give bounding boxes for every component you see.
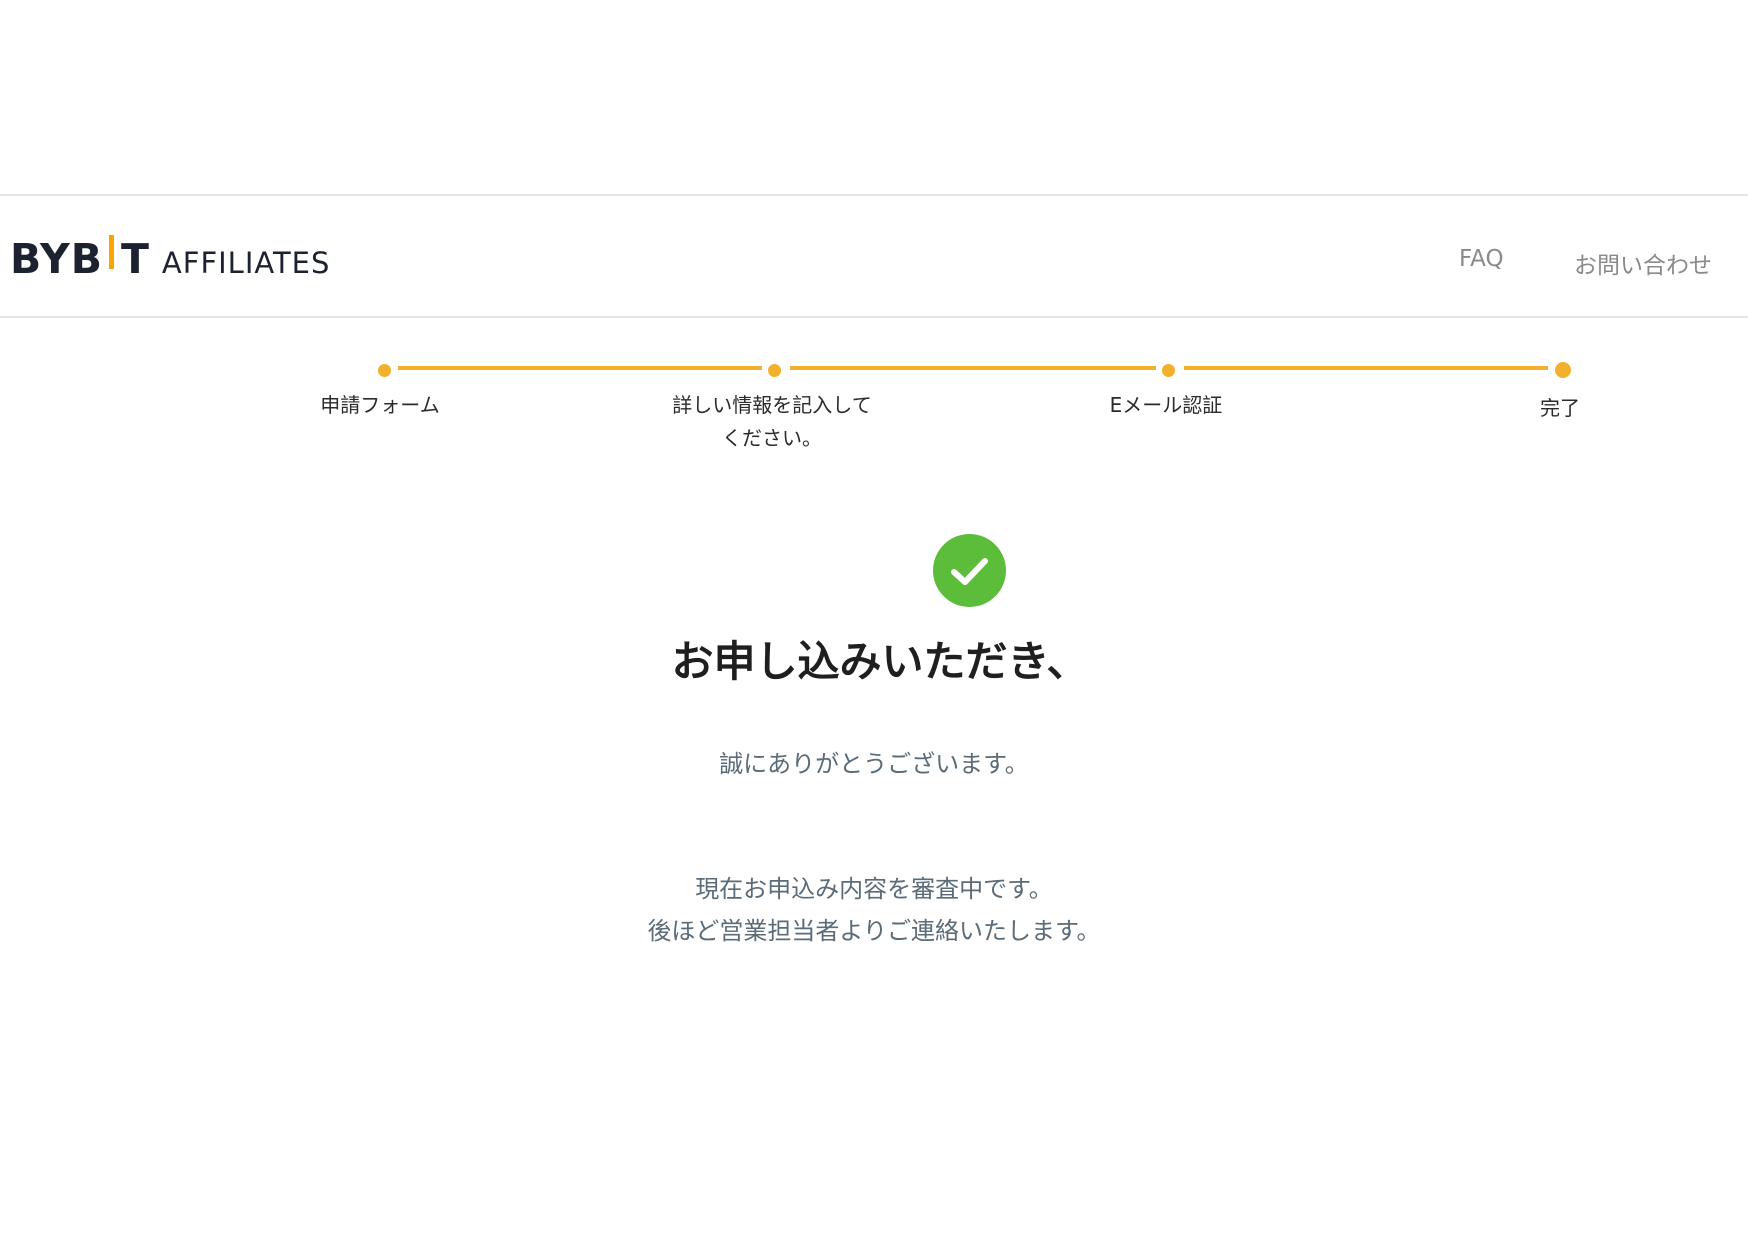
step-connector-2 [790, 366, 1156, 370]
top-header: BYB T AFFILIATES FAQ お問い合わせ [0, 194, 1748, 318]
step-dot-2 [768, 364, 781, 377]
step-label-2: 詳しい情報を記入して ください。 [642, 389, 902, 455]
step-label-3: Eメール認証 [1109, 393, 1223, 417]
status-line-2: 後ほど営業担当者よりご連絡いたします。 [647, 917, 1101, 945]
step-dot-1 [378, 364, 391, 377]
step-dot-3 [1162, 364, 1175, 377]
step-dot-4 [1555, 362, 1571, 378]
check-circle-icon [933, 534, 1006, 607]
step-label-2-line2: ください。 [722, 426, 822, 450]
status-message: 現在お申込み内容を審査中です。 後ほど営業担当者よりご連絡いたします。 [0, 868, 1748, 952]
thanks-message: 誠にありがとうございます。 [719, 750, 1029, 778]
status-line-1: 現在お申込み内容を審査中です。 [695, 875, 1053, 903]
bybit-affiliates-logo[interactable]: BYB T AFFILIATES [10, 235, 331, 283]
checkmark-icon [951, 558, 988, 585]
nav-faq-link[interactable]: FAQ [1459, 246, 1504, 272]
logo-accent-bar [108, 235, 114, 269]
step-label-2-line1: 詳しい情報を記入して [672, 393, 872, 417]
step-label-4: 完了 [1540, 396, 1580, 420]
result-title: お申し込みいただき、 [671, 637, 1089, 686]
step-connector-1 [398, 366, 762, 370]
nav-contact-link[interactable]: お問い合わせ [1574, 246, 1712, 280]
logo-brand: BYB T [10, 235, 150, 283]
logo-suffix: AFFILIATES [161, 246, 331, 280]
step-label-1: 申請フォーム [320, 393, 440, 417]
page: BYB T AFFILIATES FAQ お問い合わせ 申請フォーム 詳しい情報を… [0, 0, 1748, 1240]
step-connector-3 [1184, 366, 1548, 370]
